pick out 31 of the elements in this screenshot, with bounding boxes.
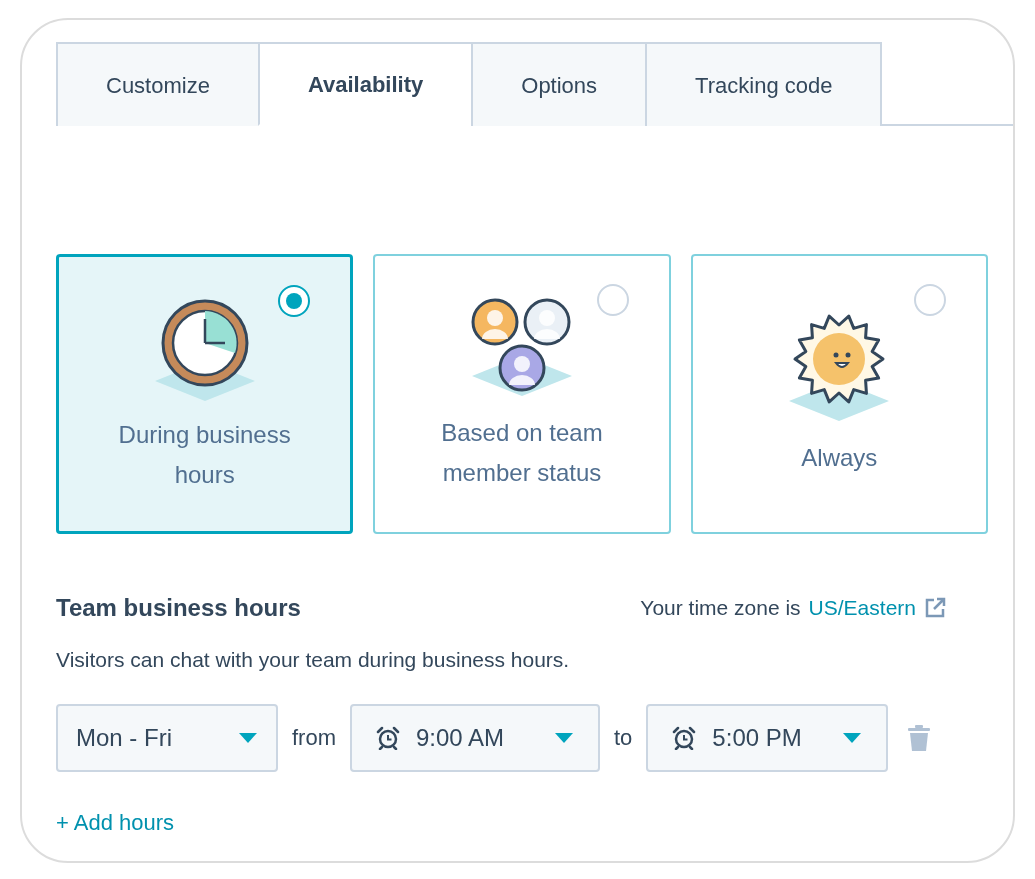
alarm-clock-icon bbox=[376, 725, 400, 750]
tab[interactable]: Options bbox=[471, 42, 648, 126]
add-hours-link[interactable]: + Add hours bbox=[56, 805, 175, 839]
alarm-clock-icon bbox=[672, 725, 697, 750]
caret-icon bbox=[842, 731, 863, 744]
radio-button[interactable] bbox=[914, 284, 946, 316]
tab[interactable]: Tracking code bbox=[645, 42, 883, 126]
caret-icon bbox=[554, 731, 574, 744]
section-title: Team business hours bbox=[56, 593, 301, 623]
option-label: During business hours bbox=[117, 420, 292, 490]
tab[interactable]: Availability bbox=[257, 42, 474, 126]
radio-button[interactable] bbox=[278, 285, 311, 317]
trash-icon bbox=[908, 724, 931, 751]
to-label: to bbox=[614, 724, 633, 752]
availability-option-card[interactable]: During business hours bbox=[56, 254, 354, 534]
caret-icon bbox=[238, 731, 258, 744]
external-link-icon bbox=[924, 597, 946, 619]
time-zone-link[interactable]: US/Eastern bbox=[808, 592, 916, 624]
from-label: from bbox=[292, 724, 336, 752]
radio-button[interactable] bbox=[596, 284, 629, 316]
days-dropdown[interactable]: Mon - Fri bbox=[56, 703, 278, 772]
option-label: Based on team member status bbox=[440, 417, 604, 488]
availability-option-card[interactable]: Always bbox=[690, 254, 988, 534]
tab[interactable]: Customize bbox=[56, 42, 260, 126]
delete-button[interactable] bbox=[906, 722, 933, 753]
option-label: Always bbox=[800, 442, 879, 473]
end-time-dropdown[interactable]: 5:00 PM bbox=[646, 703, 889, 772]
start-time-dropdown[interactable]: 9:00 AM bbox=[350, 703, 600, 772]
availability-option-card[interactable]: Based on team member status bbox=[373, 254, 671, 534]
time-zone-label: Your time zone is bbox=[640, 595, 801, 622]
section-description: Visitors can chat with your team during business hours. bbox=[56, 647, 571, 673]
